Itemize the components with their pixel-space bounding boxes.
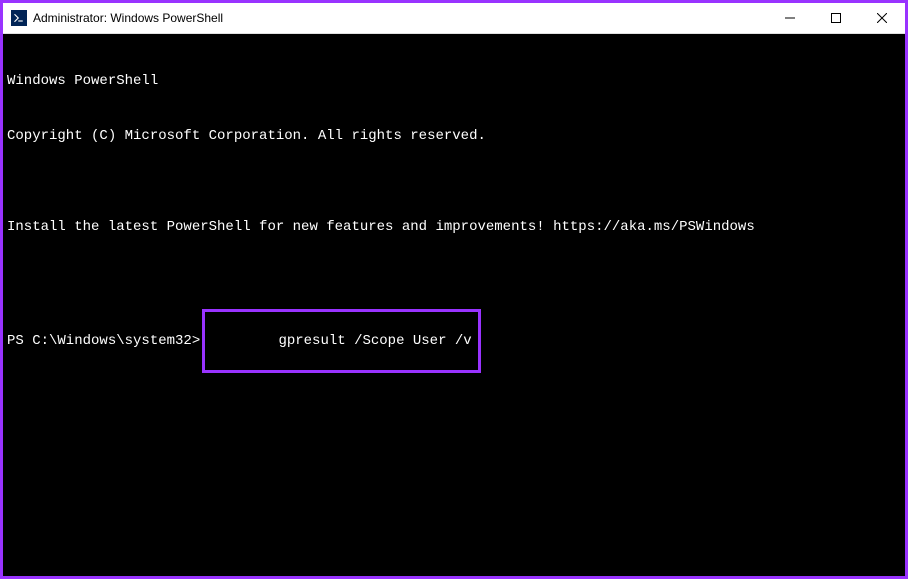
minimize-button[interactable] [767,3,813,33]
window-controls [767,3,905,33]
window-title: Administrator: Windows PowerShell [33,11,767,25]
terminal-output-line: Copyright (C) Microsoft Corporation. All… [7,127,901,145]
terminal-area[interactable]: Windows PowerShell Copyright (C) Microso… [3,34,905,576]
prompt-line: PS C:\Windows\system32> gpresult /Scope … [7,309,901,374]
powershell-window: Administrator: Windows PowerShell Window [3,3,905,576]
powershell-icon [11,10,27,26]
terminal-output-line: Install the latest PowerShell for new fe… [7,218,901,236]
terminal-output-line: Windows PowerShell [7,72,901,90]
command-text: gpresult /Scope User /v [278,333,471,349]
prompt-path: PS C:\Windows\system32> [7,332,200,350]
close-button[interactable] [859,3,905,33]
maximize-button[interactable] [813,3,859,33]
titlebar[interactable]: Administrator: Windows PowerShell [3,3,905,34]
command-highlight: gpresult /Scope User /v [202,309,480,374]
